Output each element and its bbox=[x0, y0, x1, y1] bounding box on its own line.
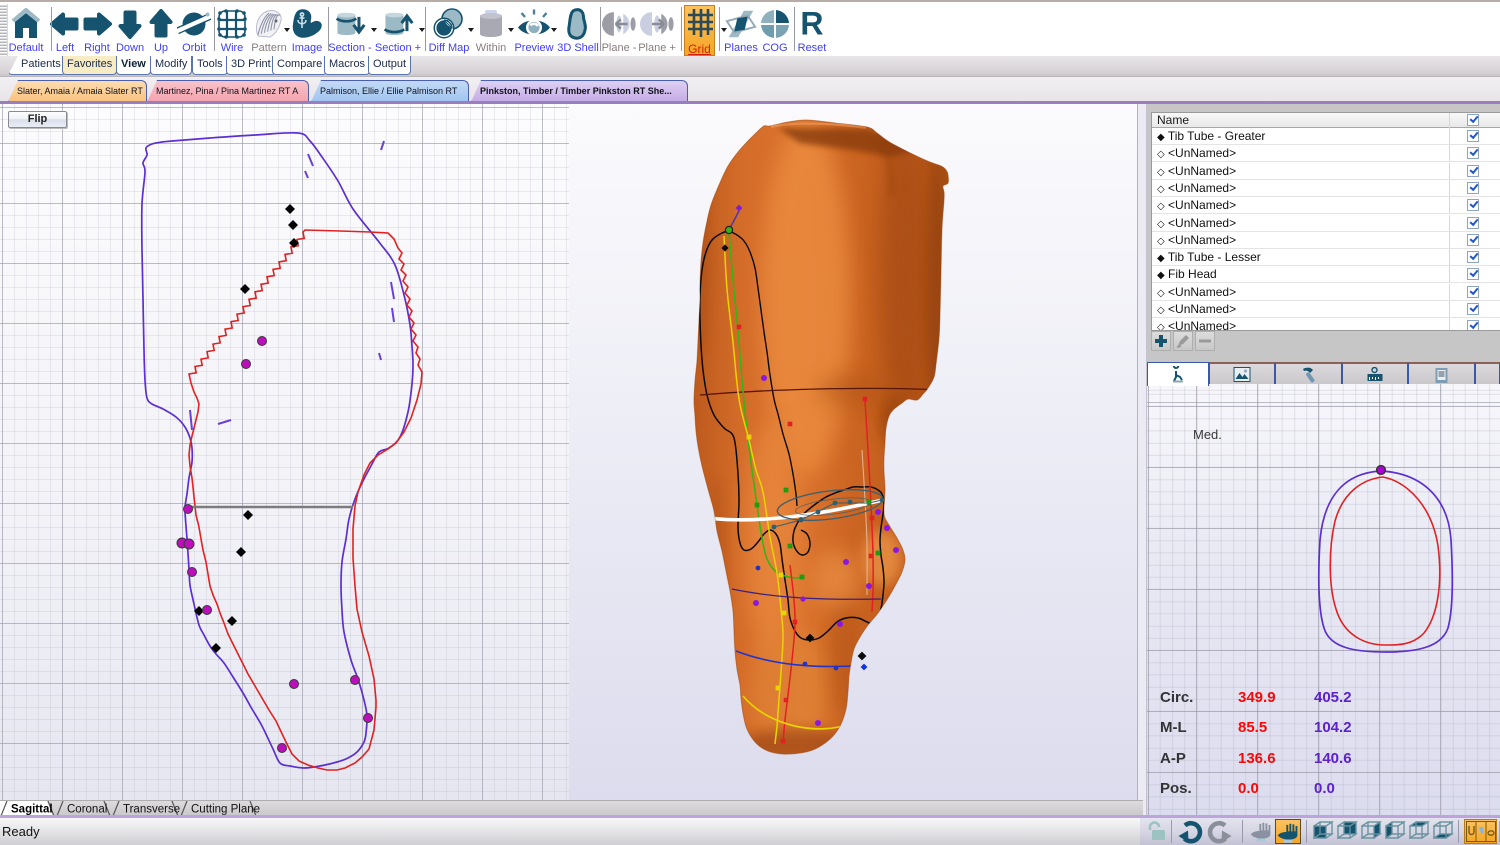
svg-text:Sagittal: Sagittal bbox=[11, 804, 53, 816]
svg-text:Cutting Plane: Cutting Plane bbox=[191, 804, 260, 816]
svg-text:Coronal: Coronal bbox=[67, 804, 107, 816]
svg-text:Transverse: Transverse bbox=[123, 804, 180, 816]
svg-text:R: R bbox=[800, 8, 823, 40]
